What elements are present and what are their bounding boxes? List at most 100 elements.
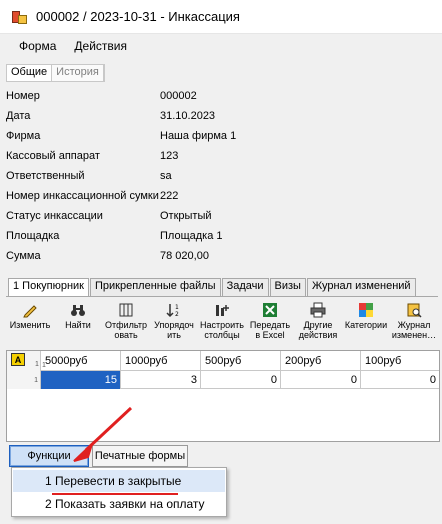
column-header[interactable]: 500руб xyxy=(201,351,281,371)
field-cash-register: Кассовый аппарат 123 xyxy=(0,146,442,166)
field-value[interactable]: Площадка 1 xyxy=(160,230,223,242)
columns-button[interactable]: Настроить столбцы xyxy=(198,299,246,347)
denominations-grid: A 1 5000руб 1 1000руб 500руб 200руб 100р… xyxy=(6,350,440,442)
tab-history[interactable]: История xyxy=(52,65,104,81)
details-tabs: 1 Покупюрник Прикрепленные файлы Задачи … xyxy=(8,278,417,296)
field-number: Номер 000002 xyxy=(0,86,442,106)
binoculars-icon xyxy=(69,301,87,319)
window-title: 000002 / 2023-10-31 - Инкассация xyxy=(36,9,240,24)
functions-dropdown: 1 Перевести в закрытые 2 Показать заявки… xyxy=(11,467,227,517)
field-label: Фирма xyxy=(6,130,41,142)
field-site: Площадка Площадка 1 xyxy=(0,226,442,246)
table-row[interactable]: 1 15 3 0 0 0 xyxy=(7,371,439,389)
tool-label: Настроить столбцы xyxy=(200,320,244,340)
menu-form[interactable]: Форма xyxy=(10,36,65,56)
column-header[interactable]: 1000руб xyxy=(121,351,201,371)
grid-toolbar: Изменить Найти Отфильтр овать 12 Упорядо… xyxy=(6,299,438,347)
column-header[interactable]: 200руб xyxy=(281,351,361,371)
field-label: Номер xyxy=(6,90,40,102)
app-icon xyxy=(12,9,28,25)
field-value[interactable]: sa xyxy=(160,170,172,182)
tool-label: Найти xyxy=(65,320,91,330)
a-badge-icon: A xyxy=(11,353,25,366)
table-cell[interactable]: 0 xyxy=(281,371,361,389)
tool-label: Упорядоч ить xyxy=(154,320,194,340)
tab-attached-files[interactable]: Прикрепленные файлы xyxy=(90,278,221,296)
print-forms-button[interactable]: Печатные формы xyxy=(92,445,188,467)
tool-label: Журнал изменен… xyxy=(391,320,437,340)
categories-button[interactable]: Категории xyxy=(342,299,390,347)
field-label: Площадка xyxy=(6,230,60,242)
columns-icon xyxy=(213,301,231,319)
field-label: Сумма xyxy=(6,250,41,262)
field-date: Дата 31.10.2023 xyxy=(0,106,442,126)
sort-icon: 12 xyxy=(165,301,183,319)
field-status: Статус инкассации Открытый xyxy=(0,206,442,226)
filter-button[interactable]: Отфильтр овать xyxy=(102,299,150,347)
field-value[interactable]: 000002 xyxy=(160,90,197,102)
tab-visas[interactable]: Визы xyxy=(269,278,306,296)
table-cell[interactable]: 3 xyxy=(121,371,201,389)
field-value[interactable]: 78 020,00 xyxy=(160,250,209,262)
field-value[interactable]: Наша фирма 1 xyxy=(160,130,236,142)
field-label: Дата xyxy=(6,110,31,122)
tab-tasks[interactable]: Задачи xyxy=(221,278,269,296)
row-number[interactable]: 1 xyxy=(7,371,41,389)
field-value[interactable]: 31.10.2023 xyxy=(160,110,215,122)
change-journal-button[interactable]: Журнал изменен… xyxy=(390,299,438,347)
table-cell[interactable]: 0 xyxy=(361,371,439,389)
corner-number: 1 xyxy=(35,361,39,368)
column-header-label: 500руб xyxy=(205,355,242,367)
excel-icon xyxy=(261,301,279,319)
column-header[interactable]: 5000руб xyxy=(41,351,121,371)
header-tabs: Общие История xyxy=(6,64,105,82)
menu-bar: Форма Действия xyxy=(0,34,442,58)
field-value[interactable]: Открытый xyxy=(160,210,212,222)
tab-denominations[interactable]: 1 Покупюрник xyxy=(8,278,89,296)
field-label: Номер инкассационной сумки xyxy=(6,190,159,202)
tool-label: Категории xyxy=(344,320,388,330)
column-header[interactable]: 100руб xyxy=(361,351,439,371)
sort-button[interactable]: 12 Упорядоч ить xyxy=(150,299,198,347)
title-bar: 000002 / 2023-10-31 - Инкассация xyxy=(0,0,442,34)
tool-label: Изменить xyxy=(9,320,51,330)
column-header-label: 1000руб xyxy=(125,355,168,367)
print-forms-button-label: Печатные формы xyxy=(94,450,186,462)
field-responsible: Ответственный sa xyxy=(0,166,442,186)
filter-icon xyxy=(117,301,135,319)
find-button[interactable]: Найти xyxy=(54,299,102,347)
table-cell[interactable]: 0 xyxy=(201,371,281,389)
column-header-label: 5000руб xyxy=(45,355,88,367)
field-value[interactable]: 123 xyxy=(160,150,178,162)
field-label: Статус инкассации xyxy=(6,210,103,222)
journal-icon xyxy=(405,301,423,319)
tool-label: Передать в Excel xyxy=(249,320,291,340)
functions-button[interactable]: Функции xyxy=(9,445,89,467)
tab-change-log[interactable]: Журнал изменений xyxy=(306,278,416,296)
column-header-label: 200руб xyxy=(285,355,322,367)
pencil-icon xyxy=(21,301,39,319)
field-bag-number: Номер инкассационной сумки 222 xyxy=(0,186,442,206)
details-section: 1 Покупюрник Прикрепленные файлы Задачи … xyxy=(0,266,442,442)
field-label: Кассовый аппарат xyxy=(6,150,100,162)
tool-label: Отфильтр овать xyxy=(105,320,147,340)
printer-icon xyxy=(309,301,327,319)
menu-item-close[interactable]: 1 Перевести в закрытые xyxy=(13,470,225,492)
field-firm: Фирма Наша фирма 1 xyxy=(0,126,442,146)
svg-text:2: 2 xyxy=(175,311,179,318)
column-number: 1 xyxy=(42,362,46,369)
functions-button-label: Функции xyxy=(27,450,71,462)
edit-button[interactable]: Изменить xyxy=(6,299,54,347)
field-value[interactable]: 222 xyxy=(160,190,178,202)
other-actions-button[interactable]: Другие действия xyxy=(294,299,342,347)
tab-divider xyxy=(6,296,438,297)
grid-corner[interactable]: A 1 xyxy=(7,351,41,371)
export-excel-button[interactable]: Передать в Excel xyxy=(246,299,294,347)
table-cell[interactable]: 15 xyxy=(41,371,121,389)
menu-item-show-requests[interactable]: 2 Показать заявки на оплату xyxy=(13,493,225,515)
tab-general[interactable]: Общие xyxy=(7,65,53,81)
categories-icon xyxy=(357,301,375,319)
menu-actions[interactable]: Действия xyxy=(65,36,136,56)
field-label: Ответственный xyxy=(6,170,85,182)
tool-label: Другие действия xyxy=(298,320,338,340)
